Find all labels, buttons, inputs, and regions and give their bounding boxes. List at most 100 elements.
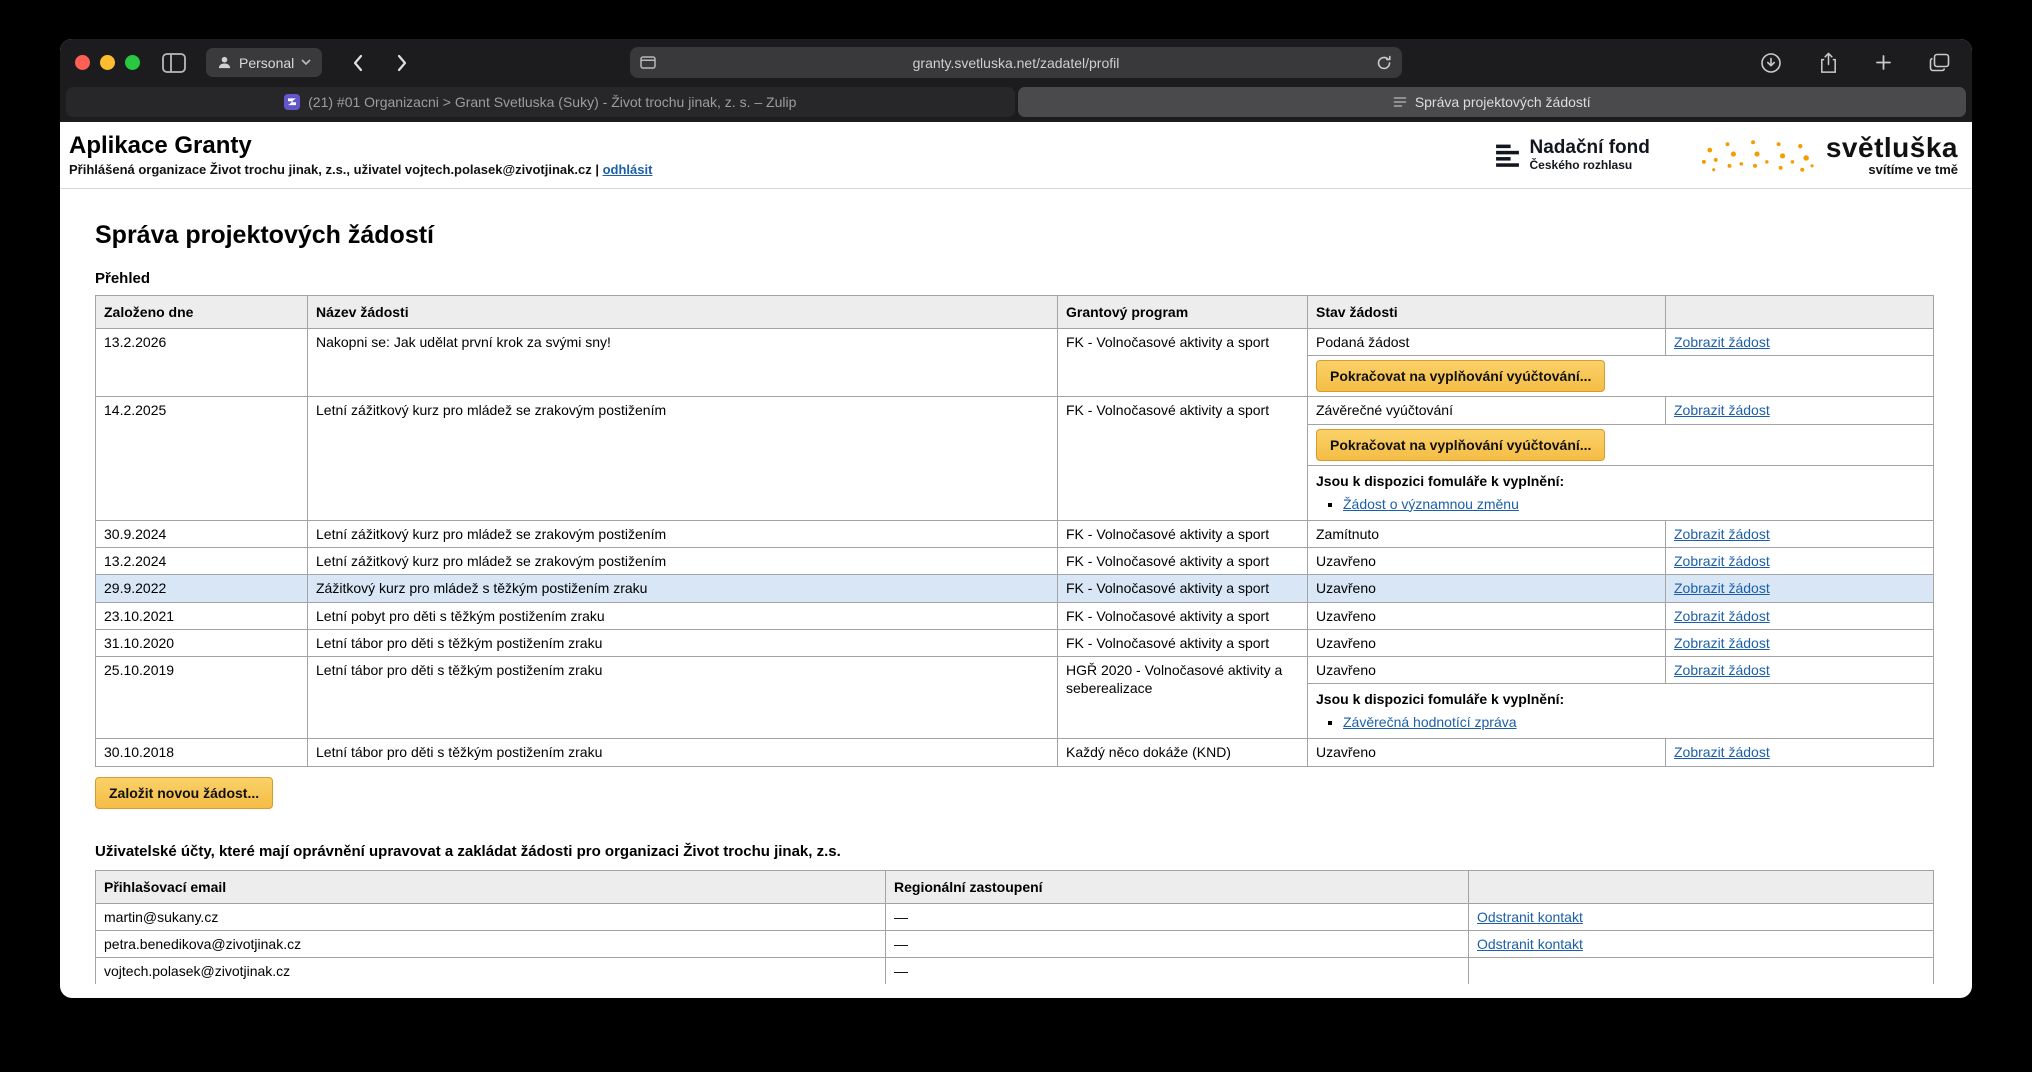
cell-program: FK - Volnočasové aktivity a sport bbox=[1058, 397, 1308, 521]
account-row: martin@sukany.cz — Odstranit kontakt bbox=[96, 903, 1934, 930]
cell-region: — bbox=[886, 931, 1469, 958]
reload-icon bbox=[1376, 55, 1392, 71]
cell-status: Podaná žádost bbox=[1308, 329, 1666, 356]
svetluska-tagline: svítíme ve tmě bbox=[1826, 162, 1958, 177]
cell-name: Letní zážitkový kurz pro mládež se zrako… bbox=[308, 548, 1058, 575]
view-application-link[interactable]: Zobrazit žádost bbox=[1674, 526, 1770, 542]
cell-status: Zamítnuto bbox=[1308, 520, 1666, 547]
view-application-link[interactable]: Zobrazit žádost bbox=[1674, 608, 1770, 624]
application-row: 30.9.2024 Letní zážitkový kurz pro mláde… bbox=[96, 520, 1934, 547]
back-chevron-icon bbox=[352, 54, 363, 72]
login-info-text: Přihlášená organizace Život trochu jinak… bbox=[69, 162, 599, 177]
logout-link[interactable]: odhlásit bbox=[603, 162, 653, 177]
profile-button[interactable]: Personal bbox=[206, 48, 322, 77]
col-header-status: Stav žádosti bbox=[1308, 296, 1666, 329]
cell-email: vojtech.polasek@zivotjinak.cz bbox=[96, 958, 886, 985]
view-application-link[interactable]: Zobrazit žádost bbox=[1674, 662, 1770, 678]
plus-icon bbox=[1875, 54, 1892, 71]
action-cell: Pokračovat na vyplňování vyúčtování... bbox=[1308, 356, 1934, 397]
forms-cell: Jsou k dispozici fomuláře k vyplnění: Zá… bbox=[1308, 684, 1934, 739]
accounts-heading: Uživatelské účty, které mají oprávnění u… bbox=[95, 843, 1934, 860]
account-row: vojtech.polasek@zivotjinak.cz — bbox=[96, 958, 1934, 985]
back-button[interactable] bbox=[344, 47, 371, 79]
table-header-row: Založeno dne Název žádosti Grantový prog… bbox=[96, 296, 1934, 329]
sidebar-icon bbox=[162, 53, 186, 73]
svetluska-text: světluška bbox=[1826, 134, 1958, 162]
account-row: petra.benedikova@zivotjinak.cz — Odstran… bbox=[96, 931, 1934, 958]
share-button[interactable] bbox=[1811, 47, 1846, 79]
forms-list: Žádost o významnou změnu bbox=[1343, 495, 1925, 513]
col-header-actions bbox=[1666, 296, 1934, 329]
view-application-link[interactable]: Zobrazit žádost bbox=[1674, 744, 1770, 760]
cell-status: Závěrečné vyúčtování bbox=[1308, 397, 1666, 424]
browser-window: Personal granty.svetluska.net/zadatel/pr… bbox=[60, 39, 1972, 998]
close-window-button[interactable] bbox=[75, 55, 90, 70]
nadacni-fond-text: Nadační fond bbox=[1530, 138, 1650, 158]
cell-program: FK - Volnočasové aktivity a sport bbox=[1058, 602, 1308, 629]
person-icon bbox=[217, 55, 232, 70]
cell-date: 13.2.2026 bbox=[96, 329, 308, 397]
new-tab-button[interactable] bbox=[1867, 47, 1900, 79]
view-application-link[interactable]: Zobrazit žádost bbox=[1674, 402, 1770, 418]
cell-status: Uzavřeno bbox=[1308, 656, 1666, 683]
continue-settlement-button[interactable]: Pokračovat na vyplňování vyúčtování... bbox=[1316, 360, 1605, 392]
col-header-name: Název žádosti bbox=[308, 296, 1058, 329]
share-icon bbox=[1819, 52, 1838, 74]
download-icon bbox=[1760, 52, 1782, 74]
cell-name: Letní tábor pro děti s těžkým postižením… bbox=[308, 739, 1058, 766]
cell-actions: Zobrazit žádost bbox=[1666, 329, 1934, 356]
nadacni-fond-logo-icon bbox=[1494, 142, 1521, 169]
action-cell: Pokračovat na vyplňování vyúčtování... bbox=[1308, 424, 1934, 465]
window-controls bbox=[60, 55, 154, 70]
continue-settlement-button[interactable]: Pokračovat na vyplňování vyúčtování... bbox=[1316, 429, 1605, 461]
page-favicon bbox=[1393, 95, 1407, 109]
tab-granty[interactable]: Správa projektových žádostí bbox=[1018, 87, 1967, 117]
zoom-window-button[interactable] bbox=[125, 55, 140, 70]
view-application-link[interactable]: Zobrazit žádost bbox=[1674, 334, 1770, 350]
cell-status: Uzavřeno bbox=[1308, 739, 1666, 766]
cell-program: FK - Volnočasové aktivity a sport bbox=[1058, 575, 1308, 602]
svetluska-logo: světluška svítíme ve tmě bbox=[1698, 132, 1958, 178]
tab-overview-button[interactable] bbox=[1921, 47, 1958, 79]
forms-list-item: Závěrečná hodnotící zpráva bbox=[1343, 713, 1925, 731]
view-application-link[interactable]: Zobrazit žádost bbox=[1674, 580, 1770, 596]
create-new-application-button[interactable]: Založit novou žádost... bbox=[95, 777, 273, 809]
cell-name: Letní tábor pro děti s těžkým postižením… bbox=[308, 656, 1058, 739]
cell-name: Nakopni se: Jak udělat první krok za svý… bbox=[308, 329, 1058, 397]
forms-available-label: Jsou k dispozici fomuláře k vyplnění: bbox=[1316, 470, 1925, 490]
col-header-date: Založeno dne bbox=[96, 296, 308, 329]
col-header-email: Přihlašovací email bbox=[96, 870, 886, 903]
forward-button[interactable] bbox=[389, 47, 416, 79]
chevron-down-icon bbox=[301, 59, 311, 66]
sidebar-toggle-button[interactable] bbox=[154, 47, 194, 79]
cell-region: — bbox=[886, 903, 1469, 930]
cell-actions: Zobrazit žádost bbox=[1666, 548, 1934, 575]
forms-cell: Jsou k dispozici fomuláře k vyplnění: Žá… bbox=[1308, 465, 1934, 520]
tab-zulip[interactable]: (21) #01 Organizacni > Grant Svetluska (… bbox=[66, 87, 1015, 117]
reload-button[interactable] bbox=[1376, 55, 1392, 71]
application-row-selected: 29.9.2022 Zážitkový kurz pro mládež s tě… bbox=[96, 575, 1934, 602]
cell-date: 30.10.2018 bbox=[96, 739, 308, 766]
application-row: 13.2.2026 Nakopni se: Jak udělat první k… bbox=[96, 329, 1934, 356]
minimize-window-button[interactable] bbox=[100, 55, 115, 70]
form-link[interactable]: Žádost o významnou změnu bbox=[1343, 496, 1519, 512]
browser-toolbar: Personal granty.svetluska.net/zadatel/pr… bbox=[60, 39, 1972, 86]
view-application-link[interactable]: Zobrazit žádost bbox=[1674, 553, 1770, 569]
cell-program: FK - Volnočasové aktivity a sport bbox=[1058, 329, 1308, 397]
downloads-button[interactable] bbox=[1752, 47, 1790, 79]
cell-name: Letní zážitkový kurz pro mládež se zrako… bbox=[308, 520, 1058, 547]
cell-date: 25.10.2019 bbox=[96, 656, 308, 739]
cell-actions: Zobrazit žádost bbox=[1666, 602, 1934, 629]
application-row: 23.10.2021 Letní pobyt pro děti s těžkým… bbox=[96, 602, 1934, 629]
page-content: Správa projektových žádostí Přehled Zalo… bbox=[60, 189, 1972, 998]
remove-contact-link[interactable]: Odstranit kontakt bbox=[1477, 909, 1583, 925]
form-link[interactable]: Závěrečná hodnotící zpráva bbox=[1343, 714, 1517, 730]
tabs-overview-icon bbox=[1929, 53, 1950, 72]
cell-status: Uzavřeno bbox=[1308, 629, 1666, 656]
zulip-favicon bbox=[284, 94, 300, 110]
view-application-link[interactable]: Zobrazit žádost bbox=[1674, 635, 1770, 651]
cell-name: Zážitkový kurz pro mládež s těžkým posti… bbox=[308, 575, 1058, 602]
address-bar[interactable]: granty.svetluska.net/zadatel/profil bbox=[630, 47, 1402, 78]
page-title: Správa projektových žádostí bbox=[95, 221, 1934, 250]
remove-contact-link[interactable]: Odstranit kontakt bbox=[1477, 936, 1583, 952]
